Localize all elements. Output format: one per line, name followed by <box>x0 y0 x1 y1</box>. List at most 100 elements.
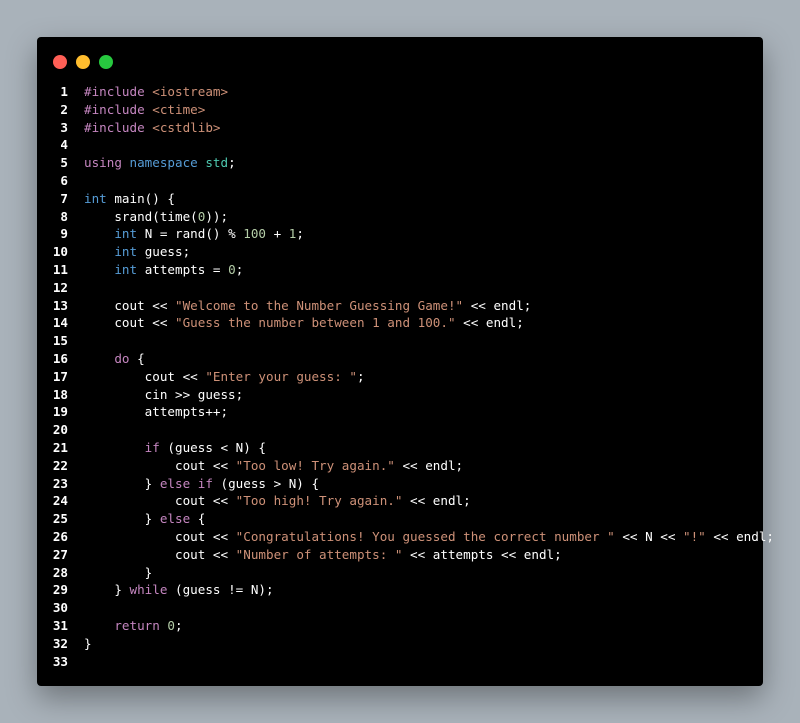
code-line: 2 #include <ctime> <box>37 101 763 119</box>
code-text: cout << "Too low! Try again." << endl; <box>84 457 463 475</box>
line-number: 1 <box>60 84 68 99</box>
code-text: cout << "Number of attempts: " << attemp… <box>84 546 562 564</box>
code-line: 20 <box>37 421 763 439</box>
code-token: N = rand() % <box>144 226 244 242</box>
code-text: if (guess < N) { <box>84 439 266 457</box>
code-token: int <box>114 226 145 242</box>
code-token: "Too low! Try again." <box>235 457 395 473</box>
code-text: using namespace std; <box>84 154 236 172</box>
code-token: << attempts << endl; <box>402 546 562 562</box>
code-line: 19 attempts++; <box>37 403 763 421</box>
line-number: 13 <box>52 297 68 313</box>
code-token: } <box>84 564 153 580</box>
line-number: 8 <box>60 208 68 224</box>
code-token: cout << <box>84 457 236 473</box>
code-text: cout << "Congratulations! You guessed th… <box>84 528 774 546</box>
code-token: } <box>84 635 92 651</box>
code-line: 27 cout << "Number of attempts: " << att… <box>37 546 763 564</box>
minimize-dot-icon[interactable] <box>76 55 90 69</box>
code-line: 7 int main() { <box>37 190 763 208</box>
code-token: + <box>266 226 289 242</box>
line-number: 28 <box>52 564 68 580</box>
code-token: "Enter your guess: " <box>205 368 357 384</box>
code-token: "Too high! Try again." <box>235 493 403 509</box>
code-token: << endl; <box>455 315 524 331</box>
code-token: #include <box>84 101 153 117</box>
code-token: attempts++; <box>84 404 229 420</box>
code-text: cout << "Guess the number between 1 and … <box>84 314 524 332</box>
code-token: "Guess the number between 1 and 100." <box>175 315 456 331</box>
code-token: cout << <box>84 528 236 544</box>
line-number: 6 <box>60 172 68 188</box>
code-token: ; <box>356 368 365 384</box>
code-line: 1 #include <iostream> <box>37 83 763 101</box>
code-token: << endl; <box>705 528 775 544</box>
maximize-dot-icon[interactable] <box>99 55 113 69</box>
code-line: 15 <box>37 332 763 350</box>
code-text: } while (guess != N); <box>84 581 274 599</box>
code-text: #include <ctime> <box>84 101 205 119</box>
code-token: << N << <box>614 528 684 544</box>
line-number: 22 <box>52 457 68 473</box>
line-number: 9 <box>60 226 68 242</box>
code-line: 28 } <box>37 564 763 582</box>
line-number: 30 <box>52 600 68 616</box>
line-number: 7 <box>60 190 68 206</box>
code-text: cout << "Welcome to the Number Guessing … <box>84 297 531 315</box>
code-token: attempts = <box>144 261 229 277</box>
code-token: cin >> guess; <box>84 386 244 402</box>
code-token: ; <box>175 617 183 633</box>
code-token: cout << <box>84 368 206 384</box>
code-text: cout << "Too high! Try again." << endl; <box>84 492 471 510</box>
code-token: int <box>114 261 145 277</box>
code-text: do { <box>84 350 145 368</box>
code-token: } <box>84 582 130 598</box>
code-token: else <box>159 511 191 527</box>
code-token: ; <box>235 261 244 277</box>
code-token: cout << <box>84 493 236 509</box>
code-line: 16 do { <box>37 350 763 368</box>
code-token: { <box>129 350 145 366</box>
line-number: 14 <box>52 315 68 331</box>
code-line: 9 int N = rand() % 100 + 1; <box>37 225 763 243</box>
code-line: 11 int attempts = 0; <box>37 261 763 279</box>
code-token: << endl; <box>463 297 532 313</box>
line-number: 24 <box>52 493 68 509</box>
code-text: srand(time(0)); <box>84 208 228 226</box>
code-token: while <box>129 582 168 598</box>
code-line: 4 <box>37 136 763 154</box>
code-line: 18 cin >> guess; <box>37 386 763 404</box>
code-token: int <box>84 190 115 206</box>
line-number: 17 <box>52 368 68 384</box>
code-line: 26 cout << "Congratulations! You guessed… <box>37 528 774 546</box>
code-token: "Number of attempts: " <box>235 546 403 562</box>
line-number: 12 <box>52 279 68 295</box>
code-token: (guess != N); <box>167 582 274 598</box>
code-token: cout << <box>84 315 175 331</box>
code-line: 17 cout << "Enter your guess: "; <box>37 368 763 386</box>
code-token: 100 <box>243 226 267 242</box>
code-text: attempts++; <box>84 403 228 421</box>
line-number: 11 <box>52 261 68 277</box>
code-token: srand(time( <box>84 208 198 224</box>
code-line: 10 int guess; <box>37 243 763 261</box>
code-token: << endl; <box>402 493 471 509</box>
code-token: (guess < N) { <box>159 439 266 455</box>
code-token: main() { <box>114 190 176 206</box>
close-dot-icon[interactable] <box>53 55 67 69</box>
code-token: 0 <box>228 261 236 277</box>
code-editor[interactable]: 1 #include <iostream> 2 #include <ctime> 3 #i… <box>37 83 774 670</box>
code-text: } <box>84 564 153 582</box>
code-token: { <box>190 511 206 527</box>
code-token: else if <box>159 475 213 491</box>
code-line: 31 return 0; <box>37 617 763 635</box>
code-token: ; <box>296 226 304 242</box>
code-line: 24 cout << "Too high! Try again." << end… <box>37 492 763 510</box>
line-number: 32 <box>52 635 68 651</box>
code-token: std <box>205 155 229 171</box>
code-token: namespace <box>129 155 206 171</box>
line-number: 31 <box>52 617 68 633</box>
